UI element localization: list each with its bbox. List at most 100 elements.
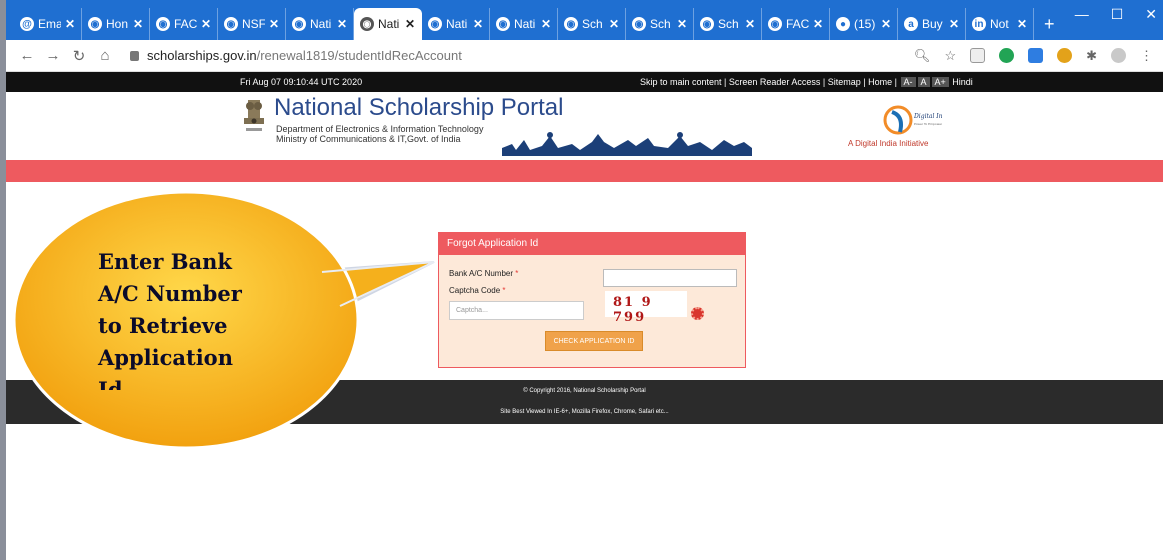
whatsapp-icon: ● — [836, 17, 850, 31]
callout-line: Id — [98, 377, 123, 390]
tab-title: Not — [990, 17, 1009, 31]
header-band — [6, 160, 1163, 182]
close-tab-icon[interactable]: ✕ — [473, 17, 483, 31]
browser-tab[interactable]: ◉ Hon ✕ — [82, 8, 150, 40]
address-bar[interactable]: scholarships.gov.in/renewal1819/studentI… — [130, 48, 914, 63]
url-path: /renewal1819/studentIdRecAccount — [256, 48, 462, 63]
close-tab-icon[interactable]: ✕ — [269, 17, 279, 31]
dept-line-2: Ministry of Communications & IT,Govt. of… — [276, 134, 461, 144]
toolbar-icons: 🔍︎ ☆ ✱ ⋮ — [914, 48, 1153, 64]
extension-windows-icon[interactable] — [1028, 48, 1044, 63]
account-number-label: Bank A/C Number * — [449, 269, 518, 278]
browser-tab[interactable]: a Buy ✕ — [898, 8, 966, 40]
browser-tab[interactable]: ◉ Nati ✕ — [422, 8, 490, 40]
browser-tab[interactable]: ◉ FAC ✕ — [762, 8, 830, 40]
globe-icon: ◉ — [768, 17, 782, 31]
browser-tab[interactable]: @ Ema ✕ — [14, 8, 82, 40]
forward-icon[interactable]: → — [42, 47, 64, 64]
close-tab-icon[interactable]: ✕ — [405, 17, 415, 31]
tab-title: Sch — [650, 17, 671, 31]
close-tab-icon[interactable]: ✕ — [337, 17, 347, 31]
tab-title: Nati — [514, 17, 536, 31]
svg-text:Digital India: Digital India — [913, 113, 942, 120]
browser-tab[interactable]: in Not ✕ — [966, 8, 1034, 40]
tab-title: (15) — [854, 17, 876, 31]
extension-v-icon[interactable] — [970, 48, 986, 63]
required-mark: * — [502, 286, 506, 295]
home-icon[interactable]: ⌂ — [94, 47, 116, 64]
dept-line-1: Department of Electronics & Information … — [276, 124, 484, 134]
site-top-bar: Fri Aug 07 09:10:44 UTC 2020 Skip to mai… — [6, 72, 1163, 92]
browser-tab[interactable]: ◉ NSF ✕ — [218, 8, 286, 40]
close-tab-icon[interactable]: ✕ — [813, 17, 823, 31]
accessibility-links: Skip to main content | Screen Reader Acc… — [640, 77, 973, 87]
browser-window: @ Ema ✕ ◉ Hon ✕ ◉ FAC ✕ ◉ NSF ✕ ◉ Nati ✕ ◉ Nati ✕ ◉ Nati ✕ ◉ N… — [0, 0, 1163, 560]
globe-icon: ◉ — [428, 17, 442, 31]
emblem-icon — [244, 100, 264, 131]
back-icon[interactable]: ← — [16, 47, 38, 64]
check-application-id-button[interactable]: CHECK APPLICATION ID — [545, 331, 643, 351]
top-links[interactable]: Skip to main content | Screen Reader Acc… — [640, 77, 897, 87]
lock-icon — [130, 50, 139, 61]
tab-title: Nati — [446, 17, 468, 31]
browser-tab[interactable]: ◉ Nati ✕ — [354, 8, 422, 40]
bookmark-star-icon[interactable]: ☆ — [944, 48, 956, 64]
close-tab-icon[interactable]: ✕ — [1017, 17, 1027, 31]
extension-grammarly-icon[interactable] — [999, 48, 1015, 63]
font-increase-button[interactable]: A+ — [931, 77, 949, 87]
close-tab-icon[interactable]: ✕ — [745, 17, 755, 31]
close-tab-icon[interactable]: ✕ — [881, 17, 891, 31]
maximize-icon[interactable]: ☐ — [1111, 6, 1124, 23]
callout-line: Enter Bank — [98, 249, 232, 274]
close-tab-icon[interactable]: ✕ — [65, 17, 75, 31]
language-link[interactable]: Hindi — [952, 77, 973, 87]
zoom-icon[interactable]: 🔍︎ — [914, 48, 931, 64]
panel-heading: Forgot Application Id — [439, 233, 745, 255]
callout-line: to Retrieve — [98, 313, 228, 338]
reload-icon[interactable]: ↻ — [68, 47, 90, 65]
font-reset-button[interactable]: A — [917, 77, 930, 87]
portal-title: National Scholarship Portal — [274, 94, 564, 121]
new-tab-button[interactable]: + — [1034, 8, 1065, 40]
callout-line: A/C Number — [98, 281, 242, 306]
close-tab-icon[interactable]: ✕ — [609, 17, 619, 31]
close-tab-icon[interactable]: ✕ — [677, 17, 687, 31]
site-header: National Scholarship Portal Department o… — [6, 92, 1163, 160]
close-tab-icon[interactable]: ✕ — [201, 17, 211, 31]
forgot-application-panel: Forgot Application Id Bank A/C Number * … — [438, 232, 746, 368]
url-host: scholarships.gov.in — [147, 48, 257, 63]
tab-title: Nati — [378, 17, 400, 31]
tab-title: Sch — [718, 17, 739, 31]
captcha-input[interactable]: Captcha... — [449, 301, 584, 320]
profile-avatar[interactable] — [1111, 48, 1126, 63]
extensions-puzzle-icon[interactable]: ✱ — [1086, 48, 1097, 64]
digital-india-logo: Digital India Power To Empower — [883, 105, 942, 135]
font-decrease-button[interactable]: A- — [900, 77, 916, 87]
close-tab-icon[interactable]: ✕ — [133, 17, 143, 31]
close-tab-icon[interactable]: ✕ — [541, 17, 551, 31]
browser-tab[interactable]: ◉ FAC ✕ — [150, 8, 218, 40]
department-text: Department of Electronics & Information … — [276, 124, 483, 144]
extension-drive-icon[interactable] — [1057, 48, 1073, 63]
browser-tab[interactable]: ◉ Sch ✕ — [558, 8, 626, 40]
refresh-captcha-icon[interactable] — [691, 307, 704, 320]
captcha-label-text: Captcha Code — [449, 286, 501, 295]
globe-icon: ◉ — [496, 17, 510, 31]
close-window-icon[interactable]: ✕ — [1145, 6, 1157, 23]
browser-toolbar: ← → ↻ ⌂ scholarships.gov.in/renewal1819/… — [6, 40, 1163, 72]
captcha-image: 81 9 799 — [605, 291, 687, 325]
account-number-input[interactable] — [603, 269, 737, 287]
browser-tab[interactable]: ● (15) ✕ — [830, 8, 898, 40]
close-tab-icon[interactable]: ✕ — [949, 17, 959, 31]
browser-tab[interactable]: ◉ Nati ✕ — [490, 8, 558, 40]
globe-icon: ◉ — [292, 17, 306, 31]
tab-title: Buy — [922, 17, 943, 31]
browser-tab[interactable]: ◉ Sch ✕ — [626, 8, 694, 40]
amazon-icon: a — [904, 17, 918, 31]
browser-menu-icon[interactable]: ⋮ — [1140, 48, 1153, 64]
globe-icon: ◉ — [88, 17, 102, 31]
minimize-icon[interactable]: — — [1075, 6, 1089, 23]
browser-tab[interactable]: ◉ Nati ✕ — [286, 8, 354, 40]
server-date: Fri Aug 07 09:10:44 UTC 2020 — [240, 77, 363, 87]
browser-tab[interactable]: ◉ Sch ✕ — [694, 8, 762, 40]
